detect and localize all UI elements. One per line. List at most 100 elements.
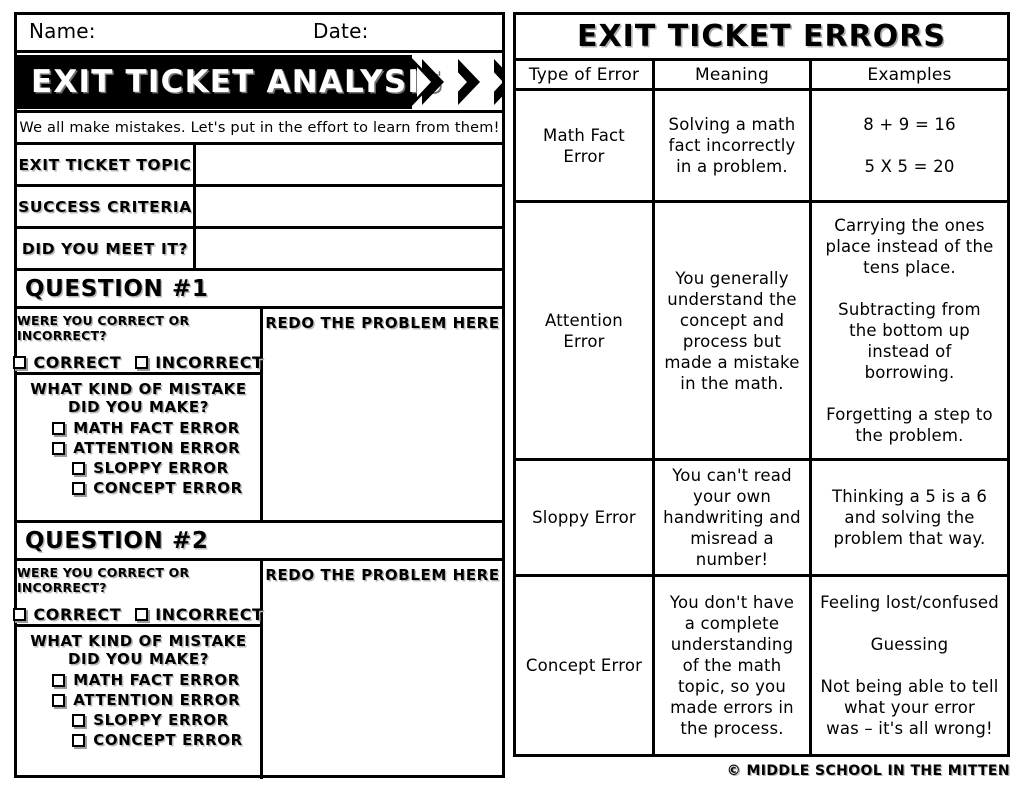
chevron-right-icon-1 [417,59,444,105]
field-row-meet-it: DID YOU MEET IT? [17,229,502,271]
question-2-mistake-prompt: WHAT KIND OF MISTAKE DID YOU MAKE? [30,632,247,668]
question-1-mistake-list: MATH FACT ERROR ATTENTION ERROR SLOPPY E… [34,419,242,497]
question-2-mistake-label-2: SLOPPY ERROR [93,711,229,729]
question-1-redo-label: REDO THE PROBLEM HERE [265,314,500,332]
field-row-success-criteria: SUCCESS CRITERIA [17,187,502,229]
table-row: Attention Error You generally understand… [516,203,1007,461]
question-2-mistake-label-1: ATTENTION ERROR [73,691,241,709]
question-2-mistake-option-concept[interactable]: CONCEPT ERROR [34,731,242,749]
errors-column-header-meaning: Meaning [655,61,812,88]
question-2-mistake-label-0: MATH FACT ERROR [73,671,240,689]
date-label: Date: [313,19,369,43]
field-row-topic: EXIT TICKET TOPIC [17,145,502,187]
question-1-mistake-label-1: ATTENTION ERROR [73,439,241,457]
table-row: Sloppy Error You can't read your own han… [516,461,1007,577]
question-2-mistake-list: MATH FACT ERROR ATTENTION ERROR SLOPPY E… [34,671,242,749]
question-1-mistake-prompt: WHAT KIND OF MISTAKE DID YOU MAKE? [30,380,247,416]
chevron-right-icon-3 [489,59,502,105]
question-2-redo-label: REDO THE PROBLEM HERE [265,566,500,584]
question-2-mistake-option-sloppy[interactable]: SLOPPY ERROR [34,711,242,729]
error-type-concept: Concept Error [516,577,655,754]
question-1-mistake-box: WHAT KIND OF MISTAKE DID YOU MAKE? MATH … [17,375,260,520]
question-1-correct-option[interactable]: CORRECT [13,353,121,372]
checkbox-icon[interactable] [72,713,86,727]
question-2-mistake-option-math-fact[interactable]: MATH FACT ERROR [34,671,242,689]
field-input-topic[interactable] [196,145,502,184]
error-examples-sloppy: Thinking a 5 is a 6 and solving the prob… [831,487,988,548]
question-1-left-column: WERE YOU CORRECT OR INCORRECT? CORRECT I… [13,309,263,520]
question-2-incorrect-option[interactable]: INCORRECT [135,605,263,624]
question-2-incorrect-label: INCORRECT [155,605,264,624]
error-meaning-math-fact: Solving a math fact incorrectly in a pro… [655,91,812,200]
checkbox-icon[interactable] [135,608,149,621]
error-examples-attention: Carrying the ones place instead of the t… [825,216,994,445]
exit-ticket-errors-panel: EXIT TICKET ERRORS Type of Error Meaning… [513,12,1010,757]
question-2-correct-label: CORRECT [33,605,122,624]
errors-column-header-examples: Examples [867,64,952,85]
errors-table-title: EXIT TICKET ERRORS [516,15,1007,61]
question-1-mistake-label-2: SLOPPY ERROR [93,459,229,477]
question-1-mistake-option-math-fact[interactable]: MATH FACT ERROR [34,419,242,437]
question-2-correctness-box: WERE YOU CORRECT OR INCORRECT? CORRECT I… [13,561,263,627]
copyright-footer: © MIDDLE SCHOOL IN THE MITTEN [726,763,1010,779]
errors-column-header-type: Type of Error [516,61,655,88]
exit-ticket-analysis-panel: Name: Date: EXIT TICKET ANALYSIS We all … [13,12,505,779]
question-1-redo-area[interactable]: REDO THE PROBLEM HERE [263,309,502,520]
question-1-mistake-label-3: CONCEPT ERROR [93,479,243,497]
worksheet-page: Name: Date: EXIT TICKET ANALYSIS We all … [0,0,1024,791]
error-meaning-sloppy: You can't read your own handwriting and … [655,461,812,574]
question-2-body: WERE YOU CORRECT OR INCORRECT? CORRECT I… [13,561,502,779]
question-1-header: QUESTION #1 [17,271,502,309]
checkbox-icon[interactable] [135,356,149,369]
question-2-mistake-option-attention[interactable]: ATTENTION ERROR [34,691,242,709]
question-1-correctness-box: WERE YOU CORRECT OR INCORRECT? CORRECT I… [13,309,263,375]
field-label-meet-it: DID YOU MEET IT? [17,229,196,268]
question-2-redo-area[interactable]: REDO THE PROBLEM HERE [263,561,502,779]
chevron-right-icon-2 [453,59,480,105]
checkbox-icon[interactable] [13,608,27,621]
question-1-incorrect-option[interactable]: INCORRECT [135,353,263,372]
checkbox-icon[interactable] [13,356,27,369]
question-1-correctness-prompt: WERE YOU CORRECT OR INCORRECT? [17,313,190,343]
question-1-incorrect-label: INCORRECT [155,353,264,372]
name-date-row: Name: Date: [17,15,502,53]
checkbox-icon[interactable] [52,421,66,435]
question-2-mistake-label-3: CONCEPT ERROR [93,731,243,749]
errors-table-header-row: Type of Error Meaning Examples [516,61,1007,91]
question-2-left-column: WERE YOU CORRECT OR INCORRECT? CORRECT I… [13,561,263,779]
question-1-body: WERE YOU CORRECT OR INCORRECT? CORRECT I… [13,309,502,523]
field-input-meet-it[interactable] [196,229,502,268]
error-meaning-concept: You don't have a complete understanding … [655,577,812,754]
question-1-correct-label: CORRECT [33,353,122,372]
tagline-row: We all make mistakes. Let's put in the e… [17,113,502,145]
question-2-correct-option[interactable]: CORRECT [13,605,121,624]
checkbox-icon[interactable] [52,693,66,707]
checkbox-icon[interactable] [52,441,66,455]
name-label: Name: [29,19,96,43]
table-row: Concept Error You don't have a complete … [516,577,1007,754]
question-2-correctness-prompt: WERE YOU CORRECT OR INCORRECT? [17,565,190,595]
table-row: Math Fact Error Solving a math fact inco… [516,91,1007,203]
question-1-mistake-label-0: MATH FACT ERROR [73,419,240,437]
field-input-success-criteria[interactable] [196,187,502,226]
question-1-mistake-option-sloppy[interactable]: SLOPPY ERROR [34,459,242,477]
question-2-header: QUESTION #2 [17,523,502,561]
error-type-attention: Attention Error [516,203,655,458]
field-label-success-criteria: SUCCESS CRITERIA [17,187,196,226]
worksheet-title: EXIT TICKET ANALYSIS [31,64,444,100]
title-banner: EXIT TICKET ANALYSIS [17,53,502,113]
question-2-mistake-box: WHAT KIND OF MISTAKE DID YOU MAKE? MATH … [17,627,260,779]
field-label-topic: EXIT TICKET TOPIC [17,145,196,184]
error-type-math-fact: Math Fact Error [516,91,655,200]
error-examples-math-fact: 8 + 9 = 16 5 X 5 = 20 [863,115,956,176]
error-examples-concept: Feeling lost/confused Guessing Not being… [820,593,999,738]
error-meaning-attention: You generally understand the concept and… [655,203,812,458]
question-1-mistake-option-concept[interactable]: CONCEPT ERROR [34,479,242,497]
error-type-sloppy: Sloppy Error [516,461,655,574]
checkbox-icon[interactable] [72,461,86,475]
checkbox-icon[interactable] [72,481,86,495]
question-1-mistake-option-attention[interactable]: ATTENTION ERROR [34,439,242,457]
checkbox-icon[interactable] [72,733,86,747]
checkbox-icon[interactable] [52,673,66,687]
tagline-text: We all make mistakes. Let's put in the e… [19,119,500,136]
